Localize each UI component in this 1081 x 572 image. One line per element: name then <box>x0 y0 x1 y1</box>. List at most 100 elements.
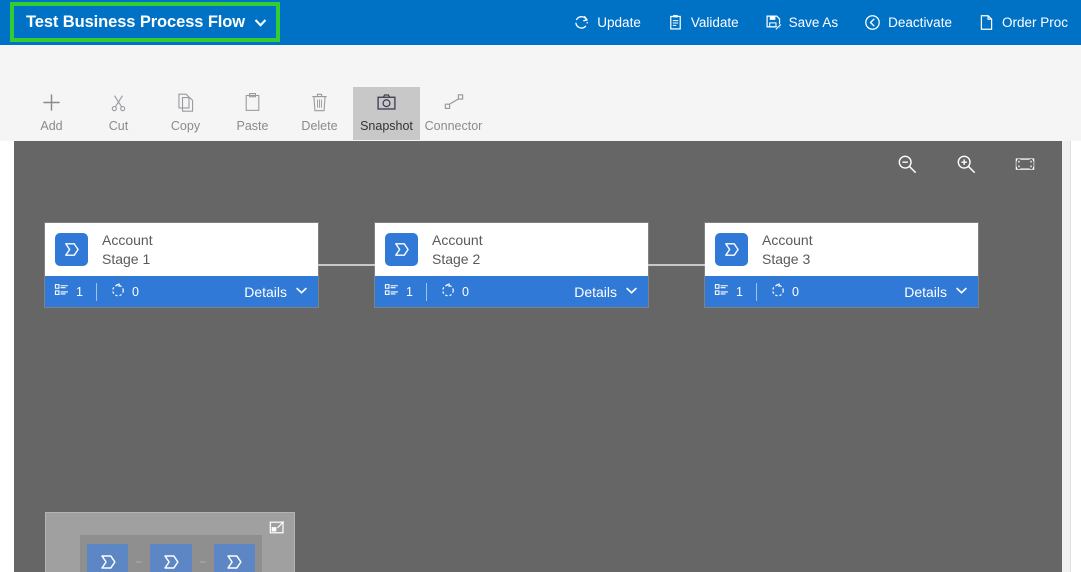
add-label: Add <box>40 119 63 133</box>
deactivate-label: Deactivate <box>888 15 952 30</box>
plus-icon <box>40 90 63 114</box>
zoom-out-button[interactable] <box>894 151 920 177</box>
fit-to-screen-button[interactable] <box>1012 151 1038 177</box>
stage-connector <box>318 264 375 266</box>
cut-label: Cut <box>108 119 129 133</box>
right-side-panel-edge <box>1070 141 1081 572</box>
minimap-viewport[interactable] <box>80 535 262 572</box>
collapse-minimap-icon[interactable] <box>269 519 286 536</box>
paste-button[interactable]: Paste <box>219 87 286 140</box>
order-process-label: Order Proc <box>1001 15 1068 30</box>
clipboard-check-icon <box>667 14 684 31</box>
save-as-button[interactable]: Save As <box>752 0 852 45</box>
stage-labels: Account Stage 2 <box>432 231 483 268</box>
scissors-icon <box>108 90 129 114</box>
stage-name: Stage 2 <box>432 250 481 267</box>
stage-chevron-icon <box>715 233 748 266</box>
footer-divider <box>425 282 427 301</box>
app-root: Test Business Process Flow Update Valida… <box>0 0 1081 572</box>
stage-header: Account Stage 1 <box>45 223 318 276</box>
workflow-count: 0 <box>131 284 139 299</box>
details-toggle[interactable]: Details <box>904 283 969 301</box>
stage-entity: Account <box>762 232 813 249</box>
connector-button[interactable]: Connector <box>420 87 487 140</box>
validate-button[interactable]: Validate <box>654 0 752 45</box>
camera-icon <box>376 90 397 114</box>
minimap-stage <box>87 544 129 572</box>
chevron-down-icon <box>252 14 269 31</box>
stage-chevron-icon <box>55 233 88 266</box>
process-designer-canvas[interactable]: Account Stage 1 1 0 Details Account Stag… <box>14 141 1062 572</box>
copy-button[interactable]: Copy <box>152 87 219 140</box>
editor-toolbar: Add Cut Copy Paste Delete Snapshot Conne… <box>0 45 1081 141</box>
paste-label: Paste <box>236 119 269 133</box>
save-as-icon <box>765 14 782 31</box>
trash-icon <box>309 90 330 114</box>
steps-metric[interactable]: 1 <box>384 282 413 301</box>
stage-connector <box>648 264 705 266</box>
connector-label: Connector <box>424 119 483 133</box>
snapshot-button[interactable]: Snapshot <box>353 87 420 140</box>
delete-label: Delete <box>301 119 338 133</box>
chevron-down-icon <box>954 283 969 301</box>
details-toggle[interactable]: Details <box>244 283 309 301</box>
stage-card[interactable]: Account Stage 3 1 0 Details <box>705 223 978 307</box>
stage-header: Account Stage 2 <box>375 223 648 276</box>
stage-labels: Account Stage 3 <box>762 231 813 268</box>
update-label: Update <box>597 15 641 30</box>
deactivate-button[interactable]: Deactivate <box>851 0 965 45</box>
steps-list-icon <box>714 282 730 301</box>
details-label: Details <box>574 283 617 300</box>
steps-count: 1 <box>76 284 83 299</box>
zoom-controls <box>894 151 1038 177</box>
zoom-in-button[interactable] <box>953 151 979 177</box>
delete-button[interactable]: Delete <box>286 87 353 140</box>
connector-icon <box>443 90 465 114</box>
workflow-count: 0 <box>461 284 469 299</box>
add-button[interactable]: Add <box>18 87 85 140</box>
minimap-stage <box>150 544 192 572</box>
stage-flow: Account Stage 1 1 0 Details Account Stag… <box>45 223 978 307</box>
cut-button[interactable]: Cut <box>85 87 152 140</box>
steps-metric[interactable]: 1 <box>54 282 83 301</box>
footer-divider <box>755 282 757 301</box>
chevron-down-icon <box>294 283 309 301</box>
steps-metric[interactable]: 1 <box>714 282 743 301</box>
workflow-metric[interactable]: 0 <box>770 282 799 301</box>
order-process-button[interactable]: Order Proc <box>965 0 1081 45</box>
details-toggle[interactable]: Details <box>574 283 639 301</box>
stage-entity: Account <box>432 232 483 249</box>
workflow-metric[interactable]: 0 <box>110 282 139 301</box>
stage-entity: Account <box>102 232 153 249</box>
workflow-circle-icon <box>440 282 456 301</box>
document-icon <box>978 14 995 31</box>
copy-label: Copy <box>170 119 201 133</box>
canvas-gap <box>1062 141 1070 572</box>
chevron-down-icon <box>624 283 639 301</box>
copy-icon <box>175 90 196 114</box>
paste-icon <box>242 90 263 114</box>
stage-header: Account Stage 3 <box>705 223 978 276</box>
workflow-circle-icon <box>770 282 786 301</box>
steps-count: 1 <box>406 284 413 299</box>
validate-label: Validate <box>690 15 739 30</box>
stage-labels: Account Stage 1 <box>102 231 153 268</box>
stage-footer: 1 0 Details <box>375 276 648 307</box>
refresh-icon <box>573 14 590 31</box>
snapshot-label: Snapshot <box>360 119 413 133</box>
stage-card[interactable]: Account Stage 2 1 0 Details <box>375 223 648 307</box>
stage-card[interactable]: Account Stage 1 1 0 Details <box>45 223 318 307</box>
minimap-panel[interactable] <box>45 512 295 572</box>
stage-name: Stage 3 <box>762 250 811 267</box>
workflow-metric[interactable]: 0 <box>440 282 469 301</box>
steps-count: 1 <box>736 284 743 299</box>
update-button[interactable]: Update <box>560 0 654 45</box>
process-title-dropdown[interactable]: Test Business Process Flow <box>10 2 280 42</box>
stage-chevron-icon <box>385 233 418 266</box>
minimap-connector <box>136 561 143 563</box>
details-label: Details <box>244 283 287 300</box>
deactivate-circle-icon <box>864 14 881 31</box>
top-actions-group: Update Validate Save As Deactivate Order… <box>560 0 1081 45</box>
minimap-connector <box>199 561 206 563</box>
steps-list-icon <box>54 282 70 301</box>
